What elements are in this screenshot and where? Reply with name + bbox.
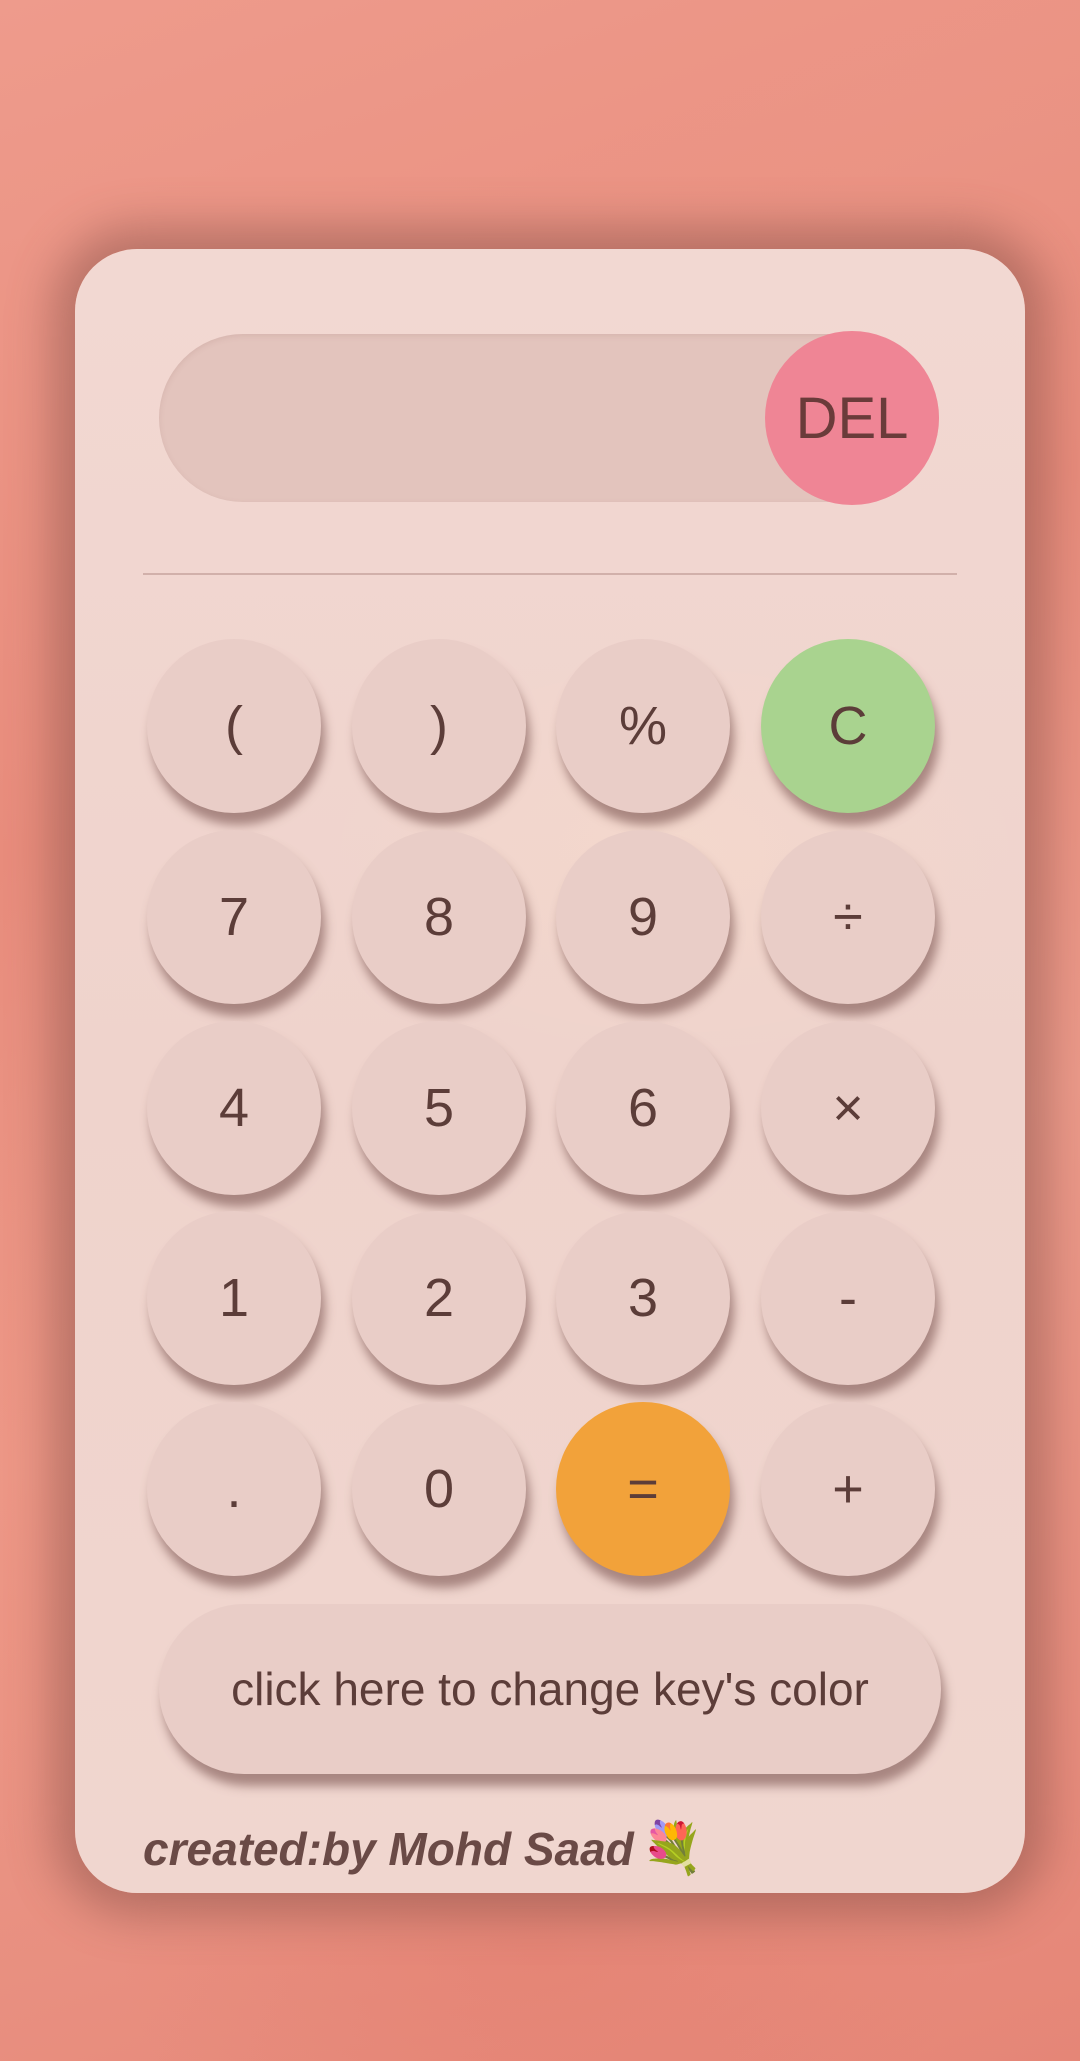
key-clear-button[interactable]: C [761, 639, 935, 813]
bouquet-icon: 💐 [641, 1820, 705, 1876]
divider [143, 573, 957, 575]
key-close-paren-button[interactable]: ) [352, 639, 526, 813]
key-6-button[interactable]: 6 [556, 1021, 730, 1195]
key-decimal-button[interactable]: . [147, 1402, 321, 1576]
key-minus-button[interactable]: - [761, 1211, 935, 1385]
key-2-button[interactable]: 2 [352, 1211, 526, 1385]
calculator-card: DEL ()% C 7 8 9 ÷ 4 5 6 × 1 2 3-. 0 = + click here to c… [75, 249, 1025, 1893]
key-plus-button[interactable]: + [761, 1402, 935, 1576]
key-8-button[interactable]: 8 [352, 830, 526, 1004]
credit-label: created:by Mohd Saad [143, 1822, 634, 1875]
key-multiply-button[interactable]: × [761, 1021, 935, 1195]
credit-text: created:by Mohd Saad 💐 [143, 1819, 704, 1878]
key-percent-button[interactable]: % [556, 639, 730, 813]
key-9-button[interactable]: 9 [556, 830, 730, 1004]
delete-button[interactable]: DEL [765, 331, 939, 505]
change-key-color-button[interactable]: click here to change key's color [159, 1604, 941, 1774]
key-3-button[interactable]: 3 [556, 1211, 730, 1385]
key-4-button[interactable]: 4 [147, 1021, 321, 1195]
key-equals-button[interactable]: = [556, 1402, 730, 1576]
key-5-button[interactable]: 5 [352, 1021, 526, 1195]
key-0-button[interactable]: 0 [352, 1402, 526, 1576]
key-7-button[interactable]: 7 [147, 830, 321, 1004]
key-divide-button[interactable]: ÷ [761, 830, 935, 1004]
key-open-paren-button[interactable]: ( [147, 639, 321, 813]
key-1-button[interactable]: 1 [147, 1211, 321, 1385]
